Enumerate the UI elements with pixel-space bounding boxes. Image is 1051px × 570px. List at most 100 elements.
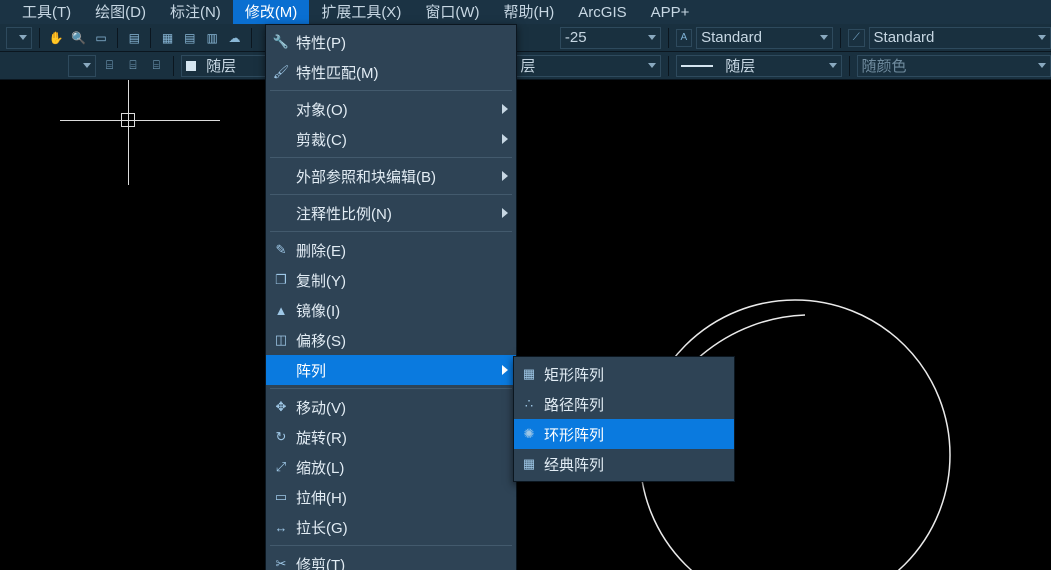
menu-row-label: 旋转(R) [296,427,347,448]
text-style-icon[interactable]: A [676,29,693,47]
menu-offset[interactable]: ◫偏移(S) [266,325,516,355]
chevron-down-icon [648,35,656,40]
menu-help[interactable]: 帮助(H) [491,0,566,24]
menu-erase[interactable]: ✎删除(E) [266,235,516,265]
chevron-down-icon [1038,63,1046,68]
menu-rotate[interactable]: ↻旋转(R) [266,422,516,452]
line-sample-icon [681,65,713,67]
linetype-field[interactable]: 随层 [676,55,841,77]
menu-row-label: 路径阵列 [544,394,604,415]
menu-copy[interactable]: ❐复制(Y) [266,265,516,295]
submenu-arrow-icon [502,104,508,114]
menu-row-label: 拉伸(H) [296,487,347,508]
menu-separator [270,545,512,546]
menu-modify[interactable]: 修改(M) [233,0,310,24]
menu-path-array[interactable]: ∴路径阵列 [514,389,734,419]
menu-object[interactable]: 对象(O) [266,94,516,124]
menu-row-label: 阵列 [296,360,326,381]
menu-scale[interactable]: ⤢缩放(L) [266,452,516,482]
offset-icon: ◫ [266,332,296,348]
drawing-canvas[interactable] [0,80,1051,570]
menu-annotation-scale[interactable]: 注释性比例(N) [266,198,516,228]
box-icon[interactable]: ▭ [92,28,110,48]
menu-clip[interactable]: 剪裁(C) [266,124,516,154]
menu-item-label: 窗口(W) [425,4,479,21]
scale-value: -25 [565,29,587,46]
menu-annotate[interactable]: 标注(N) [158,0,233,24]
menu-polar-array[interactable]: ✺环形阵列 [514,419,734,449]
layer-icon-1[interactable]: ⌸ [100,56,119,76]
toolbar-row-1: ✋ 🔍 ▭ ▤ ▦ ▤ ▥ ☁ ? -25 A Standard ⟋ Stand… [0,24,1051,52]
erase-icon: ✎ [266,242,296,258]
menu-mirror[interactable]: ▲镜像(I) [266,295,516,325]
rotate-icon: ↻ [266,429,296,445]
menu-array[interactable]: 阵列 [266,355,516,385]
chevron-down-icon [829,63,837,68]
sheet-icon[interactable]: ▥ [203,28,221,48]
menu-item-label: APP+ [651,4,690,21]
layer-icon-2[interactable]: ⌸ [123,56,142,76]
menu-properties[interactable]: 🔧特性(P) [266,27,516,57]
scale-field[interactable]: -25 [560,27,661,49]
array-submenu: ▦矩形阵列 ∴路径阵列 ✺环形阵列 ▦经典阵列 [513,356,735,482]
tool-icon[interactable]: ▤ [125,28,143,48]
submenu-arrow-icon [502,365,508,375]
menu-row-label: 修剪(T) [296,554,345,570]
menu-match-properties[interactable]: 🖌特性匹配(M) [266,57,516,87]
menu-row-label: 移动(V) [296,397,346,418]
layer2-field[interactable]: 层 [515,55,661,77]
dim-style-icon[interactable]: ⟋ [848,29,865,47]
linetype-value: 随层 [725,55,755,76]
menu-row-label: 偏移(S) [296,330,346,351]
menu-separator [270,231,512,232]
menu-window[interactable]: 窗口(W) [413,0,491,24]
menu-item-label: 修改(M) [245,4,298,21]
menu-xref-block-edit[interactable]: 外部参照和块编辑(B) [266,161,516,191]
menu-separator [270,388,512,389]
menu-item-label: 帮助(H) [503,4,554,21]
submenu-arrow-icon [502,208,508,218]
pan-icon[interactable]: ✋ [47,28,65,48]
menu-arcgis[interactable]: ArcGIS [566,0,638,24]
menu-rect-array[interactable]: ▦矩形阵列 [514,359,734,389]
menu-appplus[interactable]: APP+ [639,0,702,24]
menu-row-label: 特性(P) [296,32,346,53]
menu-row-label: 剪裁(C) [296,129,347,150]
menu-lengthen[interactable]: ↔拉长(G) [266,512,516,542]
text-style-field[interactable]: Standard [696,27,833,49]
cloud-icon[interactable]: ☁ [225,28,243,48]
menu-tools[interactable]: 工具(T) [10,0,83,24]
dropdown-blank[interactable] [6,27,32,49]
layer-icon-3[interactable]: ⌸ [147,56,166,76]
separator [849,56,850,76]
menu-trim[interactable]: ✂修剪(T) [266,549,516,570]
menu-bar: 工具(T) 绘图(D) 标注(N) 修改(M) 扩展工具(X) 窗口(W) 帮助… [0,0,1051,24]
stretch-icon: ▭ [266,489,296,505]
toolbar-row-2: ⌸ ⌸ ⌸ 随层 层 随层 随颜色 [0,52,1051,80]
copy-icon: ❐ [266,272,296,288]
menu-stretch[interactable]: ▭拉伸(H) [266,482,516,512]
menu-item-label: 绘图(D) [95,4,146,21]
separator [39,28,40,48]
menu-move[interactable]: ✥移动(V) [266,392,516,422]
menu-row-label: 环形阵列 [544,424,604,445]
menu-row-label: 外部参照和块编辑(B) [296,166,436,187]
calc-icon[interactable]: ▦ [158,28,176,48]
zoom-icon[interactable]: 🔍 [70,28,88,48]
grid-icon[interactable]: ▤ [181,28,199,48]
menu-classic-array[interactable]: ▦经典阵列 [514,449,734,479]
separator [668,28,669,48]
menu-separator [270,90,512,91]
text-style-value: Standard [701,29,762,46]
submenu-arrow-icon [502,134,508,144]
menu-item-label: 工具(T) [22,4,71,21]
chevron-down-icon [648,63,656,68]
menu-draw[interactable]: 绘图(D) [83,0,158,24]
menu-extend[interactable]: 扩展工具(X) [309,0,413,24]
dropdown-blank2[interactable] [68,55,95,77]
menu-row-label: 特性匹配(M) [296,62,379,83]
dim-style-field[interactable]: Standard [869,27,1051,49]
color-swatch-icon [186,61,196,71]
menu-item-label: 标注(N) [170,4,221,21]
color-field[interactable]: 随颜色 [857,55,1051,77]
